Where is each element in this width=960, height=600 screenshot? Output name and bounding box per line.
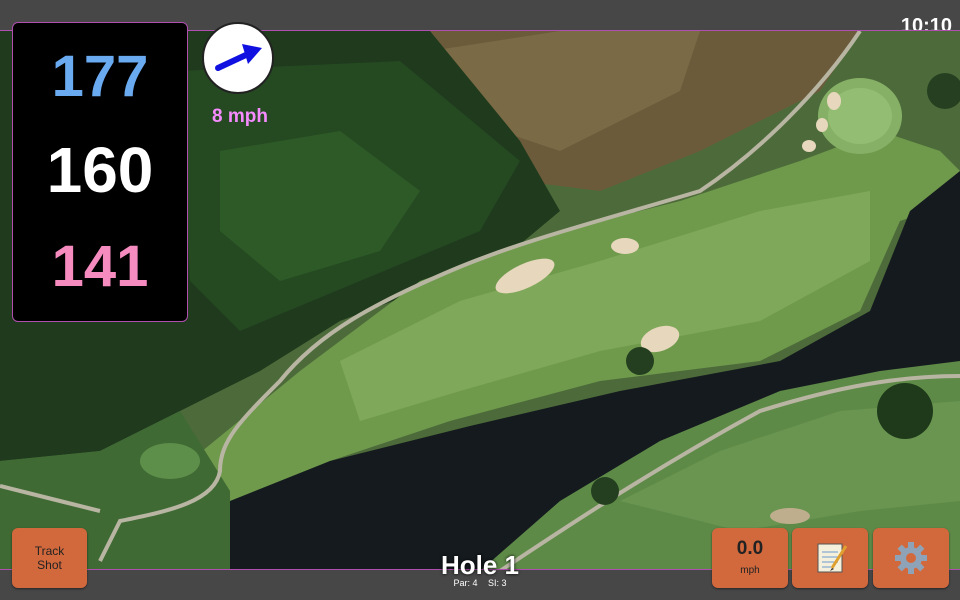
speed-button[interactable]: 0.0 mph: [712, 528, 788, 588]
hole-par: Par: 4: [453, 578, 478, 588]
wind-indicator: [202, 22, 274, 94]
settings-button[interactable]: [873, 528, 949, 588]
wind-direction-arrow-icon: [215, 44, 262, 71]
hole-stroke-index: SI: 3: [488, 578, 507, 588]
speed-value: 0.0: [736, 538, 764, 559]
notes-button[interactable]: [792, 528, 868, 588]
track-shot-label-line2: Shot: [37, 558, 62, 572]
track-shot-button[interactable]: Track Shot: [12, 528, 87, 588]
notepad-icon: [817, 543, 848, 573]
distance-panel: 177 160 141: [12, 22, 188, 322]
distance-front: 141: [51, 234, 149, 299]
speed-unit: mph: [740, 565, 760, 576]
track-shot-label-line1: Track: [34, 544, 65, 558]
hole-info: Par: 4 SI: 3: [400, 578, 560, 588]
hole-title: Hole 1: [440, 550, 520, 580]
wind-speed-label: 8 mph: [212, 106, 268, 127]
distance-back: 177: [51, 44, 149, 109]
distance-middle: 160: [46, 134, 154, 206]
gear-icon: [895, 542, 927, 574]
